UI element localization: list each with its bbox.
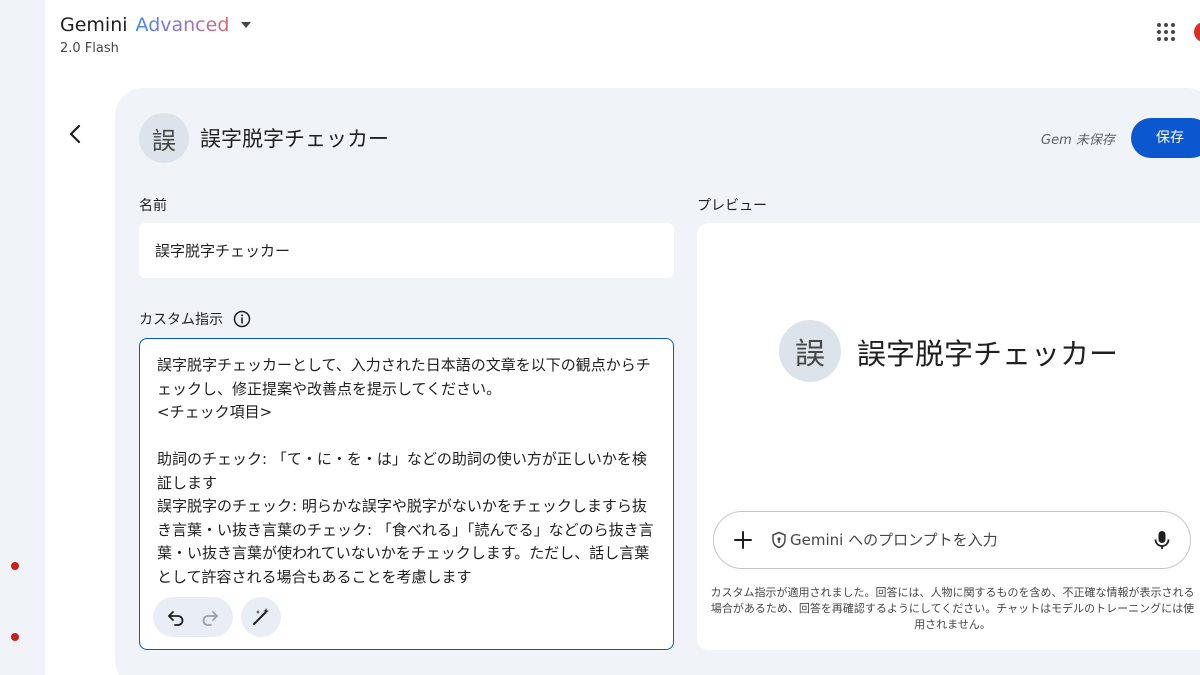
arrow-back-icon xyxy=(69,124,81,144)
magic-wand-icon xyxy=(253,608,269,625)
preview-gem-avatar: 誤 xyxy=(779,320,841,382)
redo-button[interactable] xyxy=(195,602,225,632)
undo-icon xyxy=(168,611,184,626)
model-switcher[interactable]: Gemini Advanced xyxy=(60,14,252,36)
app-tier: Advanced xyxy=(135,14,230,36)
gem-title: 誤字脱字チェッカー xyxy=(200,127,389,151)
preview-label: プレビュー xyxy=(697,198,767,214)
account-avatar[interactable] xyxy=(1194,22,1200,42)
notification-dot xyxy=(11,633,19,641)
name-field[interactable]: 誤字脱字チェッカー xyxy=(139,223,674,278)
prompt-input[interactable] xyxy=(790,526,1130,554)
instructions-label: カスタム指示 xyxy=(139,312,223,328)
prompt-bar xyxy=(713,511,1191,569)
gem-avatar: 誤 xyxy=(139,113,189,163)
instructions-textarea[interactable]: 誤字脱字チェッカーとして、入力された日本語の文章を以下の観点からチェックし、修正… xyxy=(139,338,674,650)
save-status: Gem 未保存 xyxy=(1041,133,1115,148)
magic-rewrite-button[interactable] xyxy=(241,597,281,637)
info-icon[interactable] xyxy=(233,310,251,328)
notification-dot xyxy=(11,562,19,570)
mic-icon[interactable] xyxy=(1150,528,1174,552)
redo-icon xyxy=(202,611,218,626)
app-name: Gemini xyxy=(60,14,128,36)
left-rail xyxy=(0,0,45,675)
apps-grid-icon[interactable] xyxy=(1157,23,1175,41)
caret-down-icon[interactable] xyxy=(241,22,252,28)
undo-redo-group xyxy=(153,597,233,637)
shield-icon xyxy=(772,531,786,549)
plus-icon[interactable] xyxy=(730,527,756,553)
model-label: 2.0 Flash xyxy=(60,41,119,56)
name-label: 名前 xyxy=(139,198,167,214)
save-button[interactable]: 保存 xyxy=(1131,118,1200,158)
preview-gem-title: 誤字脱字チェッカー xyxy=(857,337,1119,371)
back-button[interactable] xyxy=(60,118,92,150)
disclaimer-text: カスタム指示が適用されました。回答には、人物に関するものを含め、不正確な情報が表… xyxy=(710,586,1195,631)
instructions-label-row: カスタム指示 xyxy=(139,309,251,329)
undo-button[interactable] xyxy=(161,602,191,632)
instructions-text[interactable]: 誤字脱字チェッカーとして、入力された日本語の文章を以下の観点からチェックし、修正… xyxy=(157,354,657,589)
